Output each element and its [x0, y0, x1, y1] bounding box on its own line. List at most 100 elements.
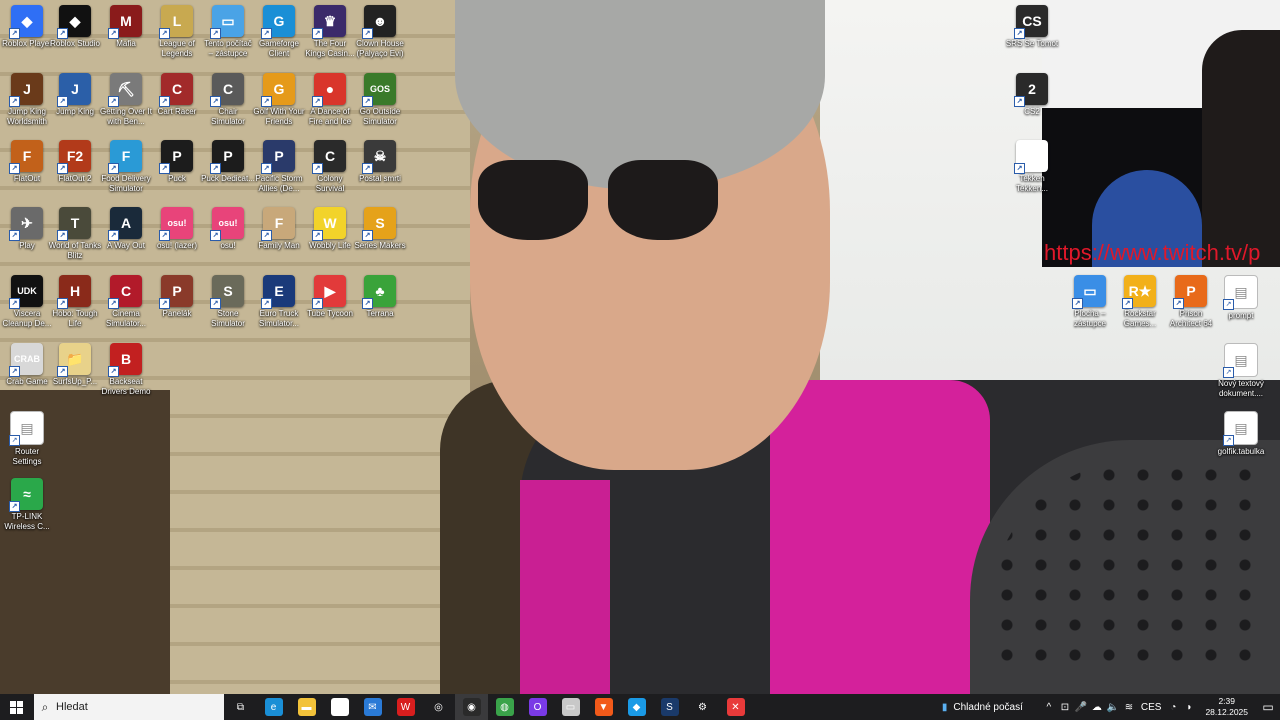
desktop-icon-osu[interactable]: osu! ↗ osu! — [201, 204, 255, 251]
desktop-icon-family-man[interactable]: F ↗ Family Man — [252, 204, 306, 251]
desktop-icon-label: Puck Dedicat... — [201, 174, 255, 183]
shortcut-arrow-icon: ↗ — [362, 96, 373, 107]
stone-sim-icon: S ↗ — [210, 275, 244, 309]
desktop-icon-getting-over-it[interactable]: ⛏ ↗ Getting Over It with Ben... — [99, 70, 153, 127]
microphone-icon[interactable]: 🎤 — [1073, 702, 1089, 713]
tray-app-icon[interactable]: ⊡ — [1057, 702, 1073, 713]
osu-icon: osu! ↗ — [210, 207, 244, 241]
desktop-icon-tekken[interactable]: T ↗ Tekken Tekken... — [1005, 137, 1059, 194]
desktop-icon-label: golfik.tabulka — [1217, 447, 1265, 456]
desktop-icon-hobo[interactable]: H ↗ Hobo: Tough Life — [48, 272, 102, 329]
desktop-icon-viscera[interactable]: UDK ↗ Viscera Cleanup De... — [0, 272, 54, 329]
desktop-icon-tp-link[interactable]: ≈ ↗ TP-LINK Wireless C... — [0, 475, 54, 532]
desktop[interactable]: https://www.twitch.tv/p ◆ ↗ Roblox Player ◆… — [0, 0, 1280, 694]
desktop-icon-postal[interactable]: ☠ ↗ Postal smrti — [353, 137, 407, 184]
desktop-icon-tube-tycoon[interactable]: ▶ ↗ Tube Tycoon — [303, 272, 357, 319]
taskbar-app-mail[interactable]: ✉ — [356, 694, 389, 720]
desktop-icon-wot-blitz[interactable]: T ↗ World of Tanks Blitz — [48, 204, 102, 261]
taskbar-app-task-view[interactable]: ⧉ — [224, 694, 257, 720]
desktop-icon-four-kings[interactable]: ♛ ↗ The Four Kings Casin... — [303, 2, 357, 59]
plocha-icon: ▭ ↗ — [1072, 275, 1106, 309]
start-button[interactable] — [0, 694, 32, 720]
desktop-icon-flatout[interactable]: F ↗ FlatOut — [0, 137, 54, 184]
desktop-icon-puck[interactable]: P ↗ Puck — [150, 137, 204, 184]
volume-icon[interactable]: ◗ — [1181, 702, 1197, 713]
desktop-icon-gameforge[interactable]: G ↗ Gameforge Client — [252, 2, 306, 59]
taskbar-app-capcut[interactable]: ✕ — [719, 694, 752, 720]
taskbar-app-settings[interactable]: ⚙ — [686, 694, 719, 720]
desktop-icon-jump-king[interactable]: J ↗ Jump King — [48, 70, 102, 117]
clock[interactable]: 2:39 28.12.2025 — [1205, 696, 1248, 718]
desktop-icon-colony-survival[interactable]: C ↗ Colony Survival — [303, 137, 357, 194]
taskbar-app-chrome[interactable]: ◍ — [488, 694, 521, 720]
desktop-icon-panelak[interactable]: P ↗ Panelák — [150, 272, 204, 319]
taskbar-app-opera[interactable]: O — [521, 694, 554, 720]
desktop-icon-roblox-studio[interactable]: ◆ ↗ Roblox Studio — [48, 2, 102, 49]
desktop-icon-cs2[interactable]: 2 ↗ CS2 — [1005, 70, 1059, 117]
desktop-icon-mafia[interactable]: M ↗ Mafia — [99, 2, 153, 49]
speaker-icon[interactable]: 🔈 — [1105, 702, 1121, 713]
desktop-icon-flatout2[interactable]: F2 ↗ FlatOut 2 — [48, 137, 102, 184]
taskbar-app-store[interactable]: ▦ — [323, 694, 356, 720]
desktop-icon-a-way-out[interactable]: A ↗ A Way Out — [99, 204, 153, 251]
desktop-icon-label: Terrana — [366, 309, 394, 318]
desktop-icon-cart-racer[interactable]: C ↗ Cart Racer — [150, 70, 204, 117]
desktop-icon-golfik[interactable]: ▤ ↗ golfik.tabulka — [1214, 408, 1268, 457]
gameforge-icon: G ↗ — [261, 5, 295, 39]
desktop-icon-crab-game[interactable]: CRAB ↗ Crab Game — [0, 340, 54, 387]
desktop-icon-label: SRS Se Tomot — [1005, 39, 1059, 48]
desktop-icon-cinema-sim[interactable]: C ↗ Cinema Simulator... — [99, 272, 153, 329]
food-delivery-icon: F ↗ — [108, 140, 142, 174]
desktop-icon-clown-house[interactable]: ☻ ↗ Clown House (Palyaço Evi) — [353, 2, 407, 59]
desktop-icon-router[interactable]: ▤ ↗ Router Settings — [0, 408, 54, 467]
desktop-icon-cs-left[interactable]: CS ↗ SRS Se Tomot — [1005, 2, 1059, 49]
desktop-icon-prison-arch[interactable]: P ↗ Prison Architect 64 — [1164, 272, 1218, 329]
desktop-icon-surfsup[interactable]: 📁 ↗ SurfsUp_P... — [48, 340, 102, 387]
tekken-icon: T ↗ — [1014, 140, 1048, 174]
desktop-icon-prompt[interactable]: ▤ ↗ prompt — [1214, 272, 1268, 321]
desktop-icon-label: FlatOut 2 — [58, 174, 92, 183]
search-box[interactable]: ⌕ Hledat — [34, 694, 224, 720]
desktop-icon-euro-truck[interactable]: E ↗ Euro Truck Simulator... — [252, 272, 306, 329]
desktop-icon-league[interactable]: L ↗ League of Legends — [150, 2, 204, 59]
desktop-icon-stone-sim[interactable]: S ↗ Stone Simulator — [201, 272, 255, 329]
desktop-icon-pacific-storm[interactable]: P ↗ Pacific Storm Allies (De... — [252, 137, 306, 194]
desktop-icon-wobbly-life[interactable]: W ↗ Wobbly Life — [303, 204, 357, 251]
desktop-icon-series-makers[interactable]: S ↗ Series Makers — [353, 204, 407, 251]
wifi-icon[interactable]: ◔ — [1165, 702, 1181, 713]
desktop-icon-golf-friends[interactable]: G ↗ Golf With Your Friends — [252, 70, 306, 127]
show-hidden-icon[interactable]: ^ — [1041, 702, 1057, 713]
taskbar-app-brave[interactable]: ▼ — [587, 694, 620, 720]
desktop-icon-tento-pocitac[interactable]: ▭ ↗ Tento počítač – zástupce — [201, 2, 255, 59]
desktop-icon-backseat[interactable]: B ↗ Backseat Drivers Demo — [99, 340, 153, 397]
desktop-icon-plocha[interactable]: ▭ ↗ Plocha – zástupce — [1063, 272, 1117, 329]
desktop-icon-go-outside[interactable]: GOS ↗ Go Outside Simulator — [353, 70, 407, 127]
taskbar-app-vscode-like[interactable]: ◆ — [620, 694, 653, 720]
desktop-icon-rockstar[interactable]: R★ ↗ Rockstar Games... — [1113, 272, 1167, 329]
desktop-icon-roblox-player[interactable]: ◆ ↗ Roblox Player — [0, 2, 54, 49]
desktop-icon-novy-textovy[interactable]: ▤ ↗ Nový textový dokument.... — [1214, 340, 1268, 399]
taskbar-app-steam-like[interactable]: ◎ — [422, 694, 455, 720]
desktop-icon-label: Panelák — [162, 309, 192, 318]
shortcut-arrow-icon: ↗ — [210, 28, 221, 39]
taskbar-app-explorer[interactable]: ▬ — [290, 694, 323, 720]
notification-icon[interactable]: ▭ — [1256, 700, 1280, 714]
desktop-icon-jump-king-world[interactable]: J ↗ Jump King Worldsmith — [0, 70, 54, 127]
taskbar-app-obs[interactable]: ◉ — [455, 694, 488, 720]
taskbar-app-edge[interactable]: e — [257, 694, 290, 720]
taskbar-app-wps[interactable]: W — [389, 694, 422, 720]
language-indicator[interactable]: CES — [1141, 702, 1162, 713]
taskbar-app-files[interactable]: ▭ — [554, 694, 587, 720]
network-icon[interactable]: ≋ — [1121, 702, 1137, 713]
desktop-icon-terrana[interactable]: ♣ ↗ Terrana — [353, 272, 407, 319]
desktop-icon-osu-lazer[interactable]: osu! ↗ osu! (lazer) — [150, 204, 204, 251]
taskbar-app-steam[interactable]: S — [653, 694, 686, 720]
desktop-icon-play[interactable]: ✈ ↗ Play — [0, 204, 54, 251]
desktop-icon-dance-fire-ice[interactable]: ● ↗ A Dance of Fire and Ice — [303, 70, 357, 127]
cloud-icon[interactable]: ☁ — [1089, 702, 1105, 713]
desktop-icon-chair-sim[interactable]: C ↗ Chair Simulator — [201, 70, 255, 127]
weather-widget[interactable]: ▮ Chladné počasí — [942, 702, 1023, 713]
desktop-icon-food-delivery[interactable]: F ↗ Food Delivery Simulator — [99, 137, 153, 194]
desktop-icon-label: SurfsUp_P... — [52, 377, 98, 386]
desktop-icon-puck-dedicated[interactable]: P ↗ Puck Dedicat... — [201, 137, 255, 184]
